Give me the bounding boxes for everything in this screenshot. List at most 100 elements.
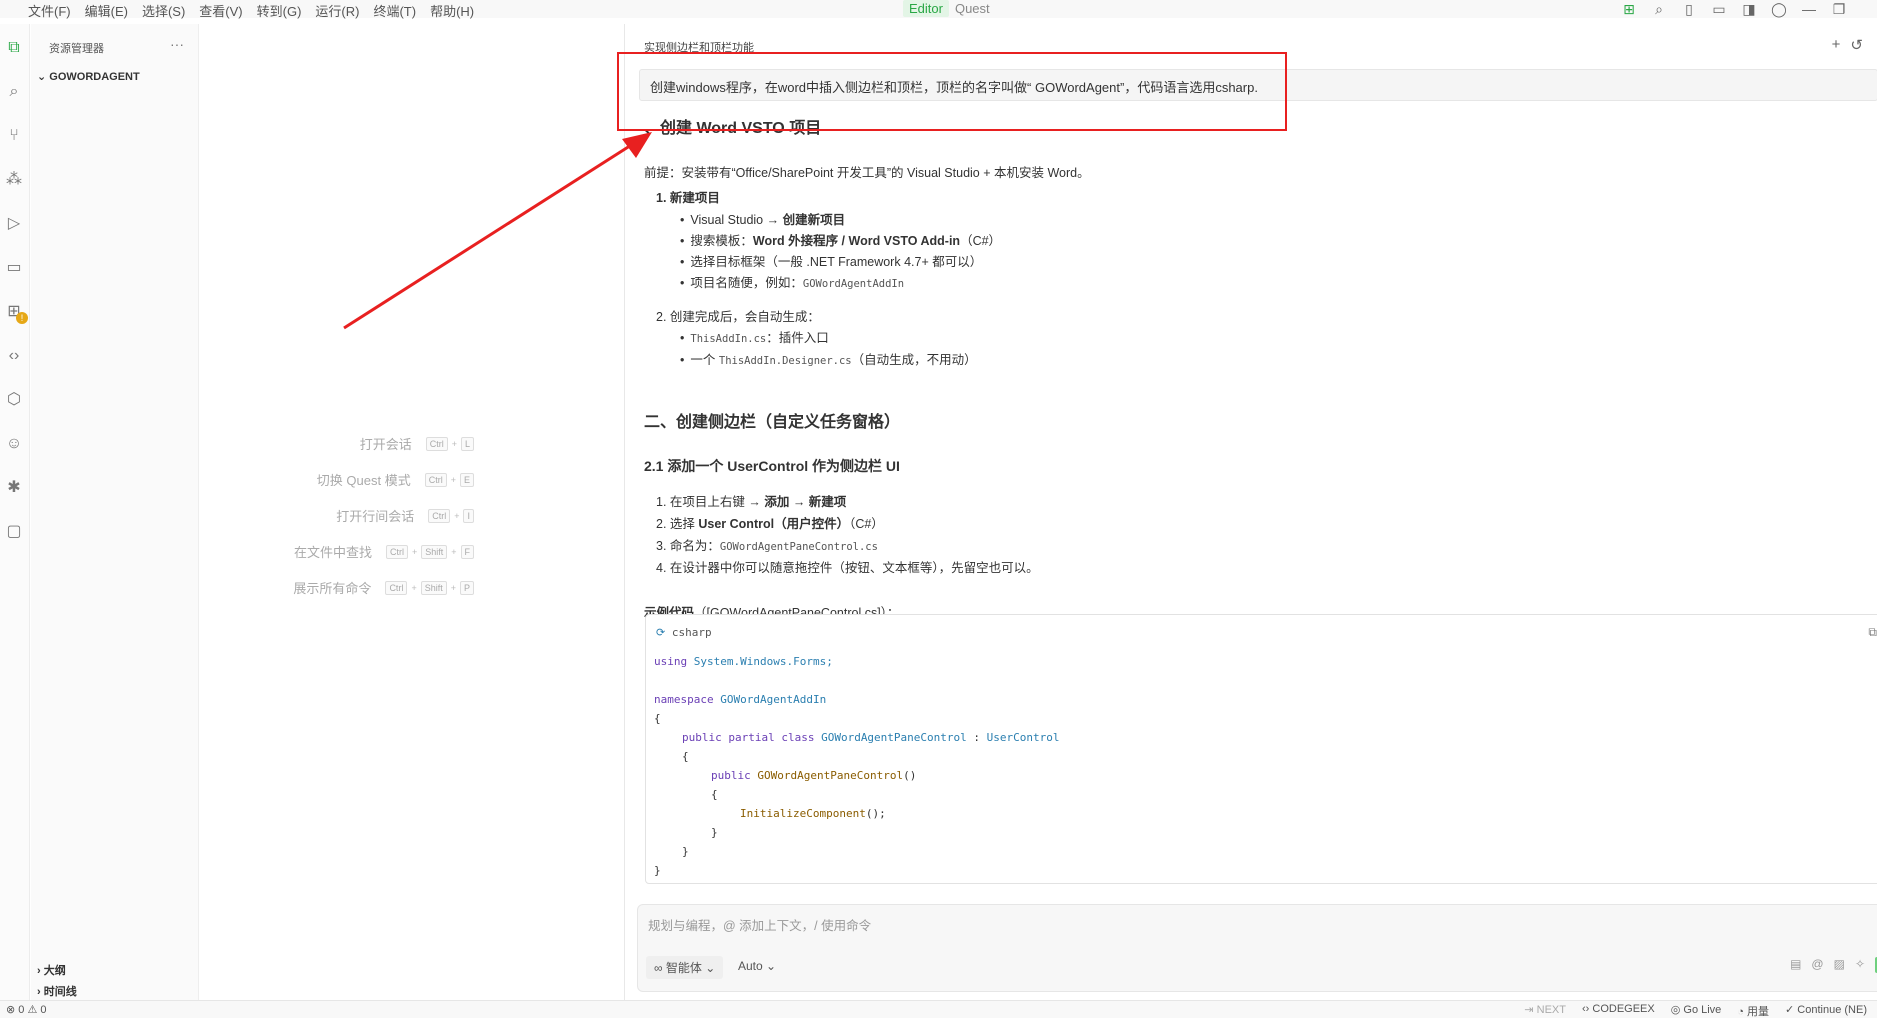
mode-editor-button[interactable]: Editor bbox=[903, 0, 949, 17]
search-icon[interactable]: ⌕ bbox=[1651, 1, 1667, 18]
code-line: } bbox=[711, 826, 718, 839]
shortcut-label: 打开行间会话 bbox=[336, 509, 415, 524]
copy-icon[interactable]: ⧉ bbox=[1868, 625, 1877, 640]
list-item: 项目名随便，例如：GOWordAgentAddIn bbox=[680, 272, 904, 291]
gift-icon[interactable]: ⊞ bbox=[1621, 1, 1637, 18]
code-token: System.Windows.Forms; bbox=[693, 655, 833, 668]
menu-bar: 文件(F) 编辑(E) 选择(S) 查看(V) 转到(G) 运行(R) 终端(T… bbox=[0, 0, 1877, 20]
problems-count[interactable]: ⊗ 0 ⚠ 0 bbox=[6, 1003, 46, 1016]
chat-panel: 实现侧边栏和顶栏功能 + ↺ 、创建 Word VSTO 项目 前提：安装带有“… bbox=[624, 24, 1877, 1000]
model-select[interactable]: Auto ⌄ bbox=[738, 959, 776, 973]
premise-text: 前提：安装带有“Office/SharePoint 开发工具”的 Visual … bbox=[644, 166, 1090, 180]
restore-icon[interactable]: ❐ bbox=[1831, 1, 1847, 18]
answer-heading-2: 二、创建侧边栏（自定义任务窗格） bbox=[644, 414, 901, 431]
code-token: : bbox=[966, 731, 987, 744]
account-icon[interactable]: ◯ bbox=[1771, 1, 1787, 18]
explorer-icon[interactable]: ⧉ bbox=[4, 38, 24, 58]
menu-help[interactable]: 帮助(H) bbox=[430, 1, 474, 20]
sparkle-icon[interactable]: ✱ bbox=[4, 478, 24, 498]
agent-mode-select[interactable]: ∞ 智能体 ⌄ bbox=[646, 956, 724, 979]
code-line: { bbox=[654, 712, 661, 725]
toggle-secondary-sidebar-icon[interactable]: ◨ bbox=[1741, 1, 1757, 18]
run-debug-icon[interactable]: ▷ bbox=[4, 214, 24, 234]
golive-status[interactable]: ◎ Go Live bbox=[1671, 1003, 1722, 1019]
image-icon[interactable]: ▨ bbox=[1834, 957, 1845, 973]
menu-go[interactable]: 转到(G) bbox=[257, 1, 302, 20]
inline-code: ThisAddIn.cs bbox=[690, 333, 767, 345]
search-icon[interactable]: ⌕ bbox=[4, 82, 24, 102]
gauge-icon: ◔ bbox=[1737, 1006, 1748, 1018]
item-text: Visual Studio → bbox=[690, 213, 783, 227]
timeline-section[interactable]: › 时间线 bbox=[37, 983, 77, 999]
code-line: { bbox=[711, 788, 718, 801]
code-icon[interactable]: ‹› bbox=[4, 346, 24, 366]
item-text: 搜索模板： bbox=[690, 234, 753, 248]
more-actions-icon[interactable]: ··· bbox=[170, 36, 184, 52]
menu-terminal[interactable]: 终端(T) bbox=[373, 1, 416, 20]
sparkle-icon[interactable]: ✧ bbox=[1855, 957, 1865, 973]
robot-icon[interactable]: ☺ bbox=[4, 434, 24, 454]
continue-status[interactable]: ✓ Continue (NE) bbox=[1785, 1003, 1867, 1019]
key-cap: Ctrl bbox=[385, 580, 408, 595]
code-token: GOWordAgentPaneControl bbox=[821, 731, 967, 744]
item-text: 项目名随便，例如： bbox=[690, 276, 803, 290]
chat-icon[interactable]: ▢ bbox=[4, 522, 24, 542]
history-icon[interactable]: ↺ bbox=[1850, 36, 1863, 54]
code-line: public partial class GOWordAgentPaneCont… bbox=[682, 731, 1060, 744]
outline-section[interactable]: › 大纲 bbox=[37, 962, 66, 978]
new-chat-icon[interactable]: + bbox=[1832, 36, 1841, 54]
chevron-down-icon: ⌄ bbox=[762, 959, 777, 973]
root-folder-label: GOWORDAGENT bbox=[49, 71, 140, 83]
explorer-root-folder[interactable]: ⌄ GOWORDAGENT bbox=[37, 70, 140, 83]
key-cap: E bbox=[459, 472, 474, 487]
hexagon-icon[interactable]: ⬡ bbox=[4, 390, 24, 410]
shortcut-open-chat: 打开会话 Ctrl + L bbox=[360, 434, 474, 453]
key-cap: Shift bbox=[421, 544, 448, 559]
code-token: public partial class bbox=[682, 731, 815, 744]
toggle-panel-icon[interactable]: ▭ bbox=[1711, 1, 1727, 18]
item-text: 1. 在项目上右键 → bbox=[656, 495, 765, 509]
toggle-sidebar-icon[interactable]: ▯ bbox=[1681, 1, 1697, 18]
codegeex-status[interactable]: ‹› CODEGEEX bbox=[1582, 1003, 1655, 1019]
next-status[interactable]: ⇥ NEXT bbox=[1524, 1003, 1566, 1019]
item-text: （C#） bbox=[849, 517, 884, 531]
menu-file[interactable]: 文件(F) bbox=[28, 1, 71, 20]
code-language: ⟳ csharp bbox=[656, 626, 712, 639]
usage-status[interactable]: ◔ 用量 bbox=[1737, 1003, 1769, 1019]
key-cap: Ctrl bbox=[424, 472, 447, 487]
extensions-icon[interactable]: ⊞! bbox=[4, 302, 28, 324]
list-item: ThisAddIn.cs：插件入口 bbox=[680, 327, 828, 346]
source-control-icon[interactable]: ⑂ bbox=[4, 126, 24, 146]
item-text: （C#） bbox=[960, 234, 1002, 248]
chat-input-box[interactable]: 规划与编程，@ 添加上下文，/ 使用命令 ∞ 智能体 ⌄ Auto ⌄ ▤ @ … bbox=[637, 904, 1877, 992]
key-cap: Ctrl bbox=[385, 544, 408, 559]
menu-view[interactable]: 查看(V) bbox=[199, 1, 242, 20]
document-icon[interactable]: ▤ bbox=[1790, 957, 1801, 973]
shortcut-label: 展示所有命令 bbox=[293, 581, 372, 596]
remote-explorer-icon[interactable]: ▭ bbox=[4, 258, 24, 278]
explorer-panel: 资源管理器 ··· ⌄ GOWORDAGENT › 大纲 › 时间线 bbox=[31, 24, 199, 1000]
mention-icon[interactable]: @ bbox=[1811, 957, 1823, 973]
menu-edit[interactable]: 编辑(E) bbox=[85, 1, 128, 20]
mode-quest-button[interactable]: Quest bbox=[949, 0, 996, 17]
menu-selection[interactable]: 选择(S) bbox=[142, 1, 185, 20]
usage-label: 用量 bbox=[1747, 1006, 1770, 1018]
refresh-icon: ⟳ bbox=[656, 626, 666, 639]
window-controls: ⊞ ⌕ ▯ ▭ ◨ ◯ — ❐ bbox=[1621, 1, 1847, 18]
minimize-icon[interactable]: — bbox=[1801, 1, 1817, 18]
inline-code: GOWordAgentAddIn bbox=[802, 278, 905, 290]
chevron-right-icon: › bbox=[37, 986, 44, 998]
code-icon: ‹› bbox=[1581, 1003, 1593, 1015]
key-cap: P bbox=[459, 580, 474, 595]
key-cap: I bbox=[463, 508, 474, 523]
model-label: Auto bbox=[738, 959, 763, 973]
menu-run[interactable]: 运行(R) bbox=[315, 1, 359, 20]
extensions-graph-icon[interactable]: ⁂ bbox=[4, 170, 24, 190]
inline-code: ThisAddIn.Designer.cs bbox=[718, 355, 852, 367]
code-token: namespace bbox=[654, 693, 714, 706]
shortcut-label: 在文件中查找 bbox=[293, 545, 372, 560]
item-text: 2. 选择 bbox=[656, 517, 699, 531]
codegeex-label: CODEGEEX bbox=[1592, 1003, 1655, 1015]
warning-badge-icon: ! bbox=[16, 312, 28, 324]
status-items: ⇥ NEXT ‹› CODEGEEX ◎ Go Live ◔ 用量 ✓ Cont… bbox=[1524, 1003, 1867, 1019]
